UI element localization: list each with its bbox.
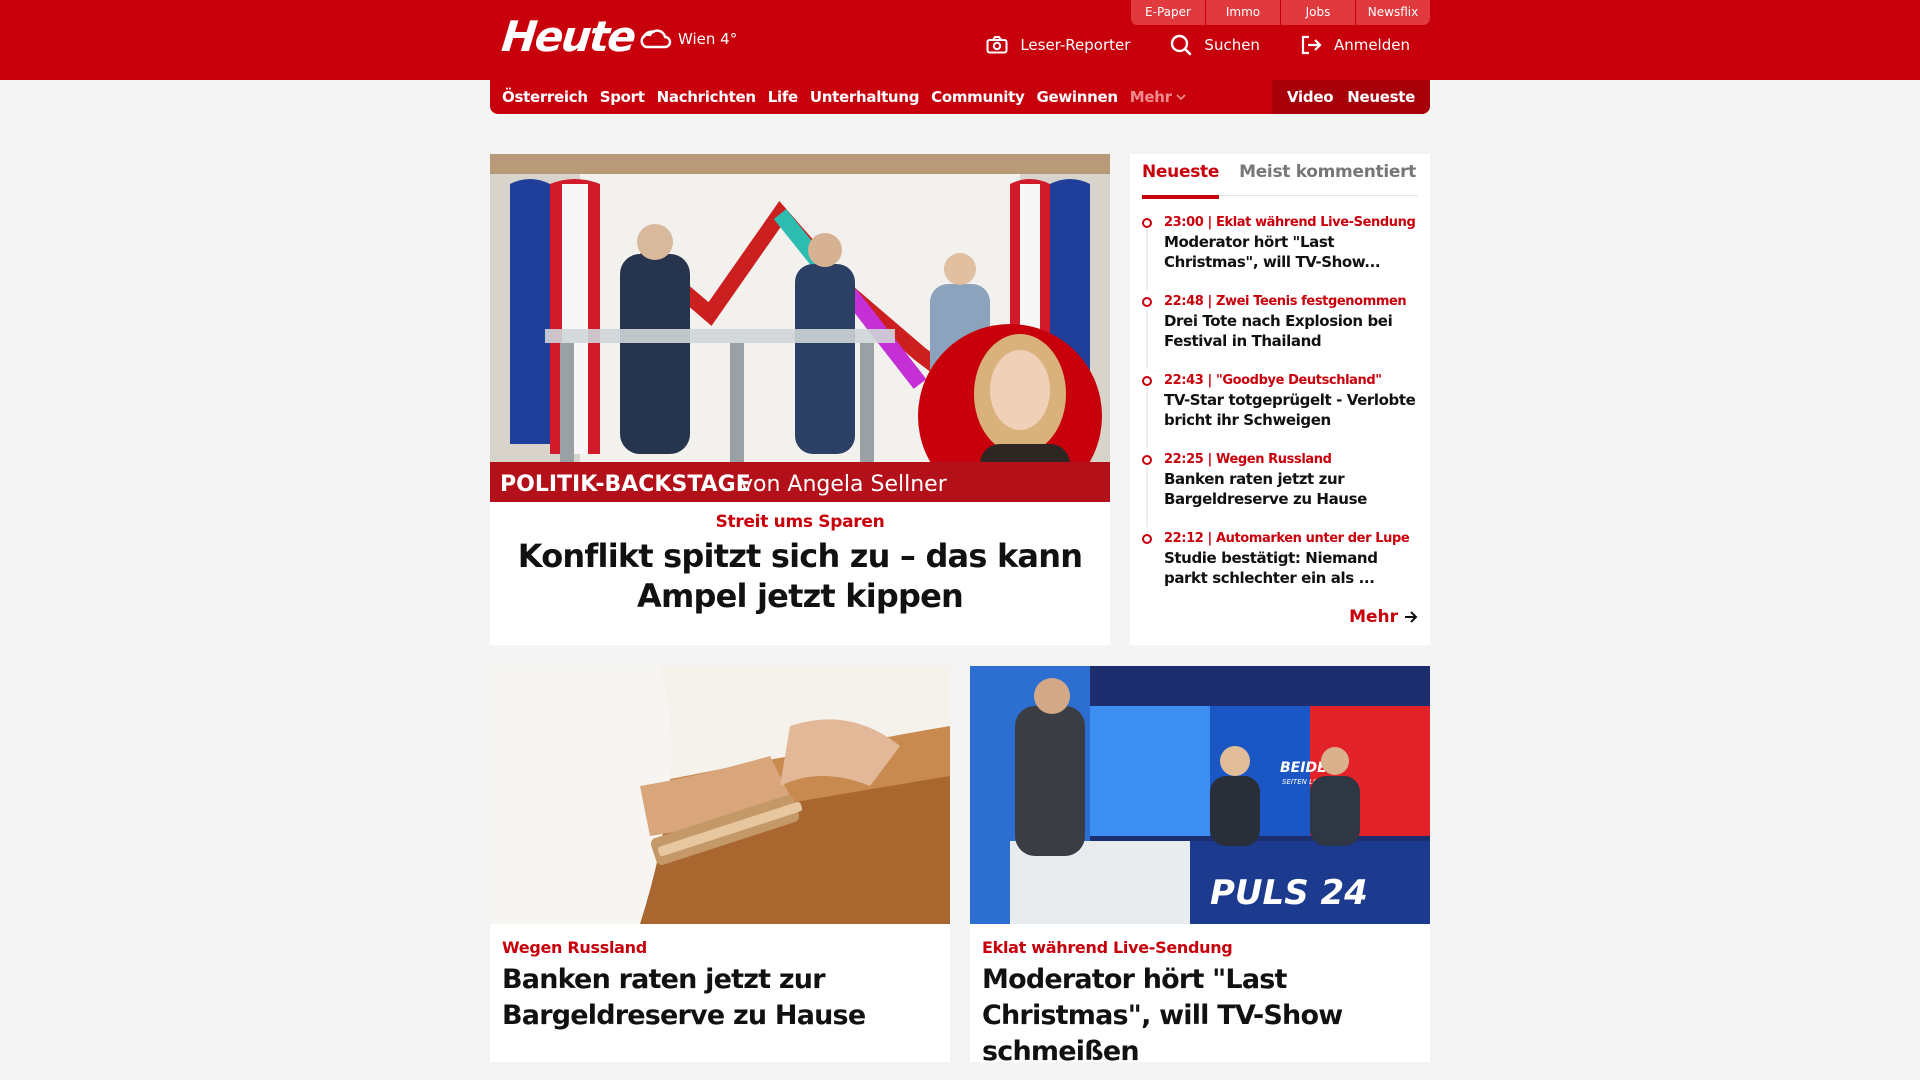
article-card-cash[interactable]: Wegen Russland Banken raten jetzt zur Ba… <box>490 666 950 1062</box>
cash-under-mattress-image <box>490 666 950 924</box>
ticker-title: Studie bestätigt: Niemand parkt schlecht… <box>1164 549 1378 587</box>
nav-right-group: Video Neueste <box>1272 80 1430 114</box>
service-link-immo[interactable]: Immo <box>1205 0 1280 25</box>
ticker-meta: 22:48 | Zwei Teenis festgenommen <box>1164 294 1407 309</box>
site-logo[interactable]: Heute <box>499 12 636 61</box>
login-icon <box>1301 35 1322 55</box>
ticker-more-label: Mehr <box>1349 607 1398 627</box>
article-card-kicker: Eklat während Live-Sendung <box>982 938 1233 957</box>
timeline-line <box>1146 230 1148 290</box>
ticker-meta: 22:12 | Automarken unter der Lupe <box>1164 531 1410 546</box>
tab-most-commented[interactable]: Meist kommentiert <box>1239 162 1416 196</box>
ticker-meta: 22:25 | Wegen Russland <box>1164 452 1332 467</box>
hero-banner-main: POLITIK-BACKSTAGE <box>500 472 751 497</box>
ticker-item[interactable]: 23:00 | Eklat während Live-Sendung Moder… <box>1142 214 1422 293</box>
ticker-title: Moderator hört "Last Christmas", will TV… <box>1164 233 1381 271</box>
ticker-item[interactable]: 22:12 | Automarken unter der Lupe Studie… <box>1142 530 1422 609</box>
tv-studio-image: BEIDE SEITEN LIVE PULS 24 <box>970 666 1430 924</box>
nav-item-gewinnen[interactable]: Gewinnen <box>1036 88 1118 106</box>
service-link-jobs[interactable]: Jobs <box>1280 0 1355 25</box>
nav-item-life[interactable]: Life <box>768 88 799 106</box>
news-ticker-panel: Neueste Meist kommentiert 23:00 | Eklat … <box>1130 154 1430 645</box>
article-card-title: Moderator hört "Last Christmas", will TV… <box>982 964 1343 1067</box>
reader-reporter-label: Leser-Reporter <box>1020 36 1131 54</box>
ticker-item[interactable]: 22:43 | "Goodbye Deutschland" TV-Star to… <box>1142 372 1422 451</box>
article-card-tv[interactable]: BEIDE SEITEN LIVE PULS 24 Eklat während … <box>970 666 1430 1067</box>
search-label: Suchen <box>1204 36 1260 54</box>
service-link-newsflix[interactable]: Newsflix <box>1355 0 1430 25</box>
timeline-dot-icon <box>1142 297 1152 307</box>
site-header: E-Paper Immo Jobs Newsflix Heute Wien 4°… <box>0 0 1920 80</box>
nav-items: Österreich Sport Nachrichten Life Unterh… <box>502 80 1186 114</box>
tab-latest[interactable]: Neueste <box>1142 162 1219 199</box>
weather-cloud-icon <box>640 29 672 49</box>
timeline-dot-icon <box>1142 376 1152 386</box>
hero-kicker: Streit ums Sparen <box>715 512 885 532</box>
header-actions: Leser-Reporter Suchen Anmelden <box>986 34 1410 56</box>
camera-icon <box>986 36 1008 54</box>
hero-headline[interactable]: Konflikt spitzt sich zu – das kann Ampel… <box>490 536 1110 616</box>
reader-reporter-button[interactable]: Leser-Reporter <box>986 34 1130 56</box>
nav-more-dropdown[interactable]: Mehr <box>1130 88 1186 106</box>
timeline-line <box>1146 467 1148 527</box>
nav-item-unterhaltung[interactable]: Unterhaltung <box>810 88 920 106</box>
search-button[interactable]: Suchen <box>1170 34 1260 56</box>
hero-press-conference-image: POLITIK-BACKSTAGE von Angela Sellner <box>490 154 1110 502</box>
nav-latest[interactable]: Neueste <box>1347 88 1415 106</box>
hero-image[interactable]: POLITIK-BACKSTAGE von Angela Sellner <box>490 154 1110 502</box>
ticker-meta: 23:00 | Eklat während Live-Sendung <box>1164 215 1416 230</box>
weather-text: Wien 4° <box>678 30 738 48</box>
weather-widget[interactable]: Wien 4° <box>640 26 737 52</box>
ticker-more-link[interactable]: Mehr <box>1349 607 1418 627</box>
nav-item-community[interactable]: Community <box>931 88 1025 106</box>
timeline-dot-icon <box>1142 534 1152 544</box>
nav-video[interactable]: Video <box>1287 88 1334 106</box>
search-icon <box>1171 34 1192 56</box>
ticker-list: 23:00 | Eklat während Live-Sendung Moder… <box>1142 214 1422 609</box>
studio-brand: PULS 24 <box>1210 873 1368 913</box>
hero-article[interactable]: POLITIK-BACKSTAGE von Angela Sellner Str… <box>490 154 1110 645</box>
ticker-title: Banken raten jetzt zur Bargeldreserve zu… <box>1164 470 1367 508</box>
article-card-title: Banken raten jetzt zur Bargeldreserve zu… <box>502 964 866 1031</box>
studio-sign: BEIDE <box>1280 760 1327 776</box>
article-card-image[interactable]: BEIDE SEITEN LIVE PULS 24 <box>970 666 1430 924</box>
article-card-kicker: Wegen Russland <box>502 938 647 957</box>
main-navigation: Österreich Sport Nachrichten Life Unterh… <box>490 80 1430 114</box>
ticker-item[interactable]: 22:25 | Wegen Russland Banken raten jetz… <box>1142 451 1422 530</box>
timeline-dot-icon <box>1142 455 1152 465</box>
chevron-down-icon <box>1176 93 1186 100</box>
nav-more-label: Mehr <box>1129 88 1172 106</box>
timeline-dot-icon <box>1142 218 1152 228</box>
login-label: Anmelden <box>1333 36 1410 54</box>
nav-item-oesterreich[interactable]: Österreich <box>502 88 588 106</box>
ticker-title: Drei Tote nach Explosion bei Festival in… <box>1164 312 1393 350</box>
timeline-line <box>1146 309 1148 369</box>
timeline-line <box>1146 388 1148 448</box>
arrow-right-icon <box>1405 611 1418 623</box>
ticker-tabs: Neueste Meist kommentiert <box>1142 162 1418 199</box>
login-button[interactable]: Anmelden <box>1300 34 1410 56</box>
ticker-meta: 22:43 | "Goodbye Deutschland" <box>1164 373 1382 388</box>
service-link-epaper[interactable]: E-Paper <box>1130 0 1205 25</box>
article-card-image[interactable] <box>490 666 950 924</box>
header-inner: E-Paper Immo Jobs Newsflix Heute Wien 4°… <box>490 0 1430 80</box>
hero-banner-author: von Angela Sellner <box>740 472 948 497</box>
nav-item-sport[interactable]: Sport <box>600 88 645 106</box>
ticker-item[interactable]: 22:48 | Zwei Teenis festgenommen Drei To… <box>1142 293 1422 372</box>
ticker-title: TV-Star totgeprügelt - Verlobte bricht i… <box>1164 391 1416 429</box>
nav-item-nachrichten[interactable]: Nachrichten <box>657 88 756 106</box>
service-links: E-Paper Immo Jobs Newsflix <box>1130 0 1430 25</box>
